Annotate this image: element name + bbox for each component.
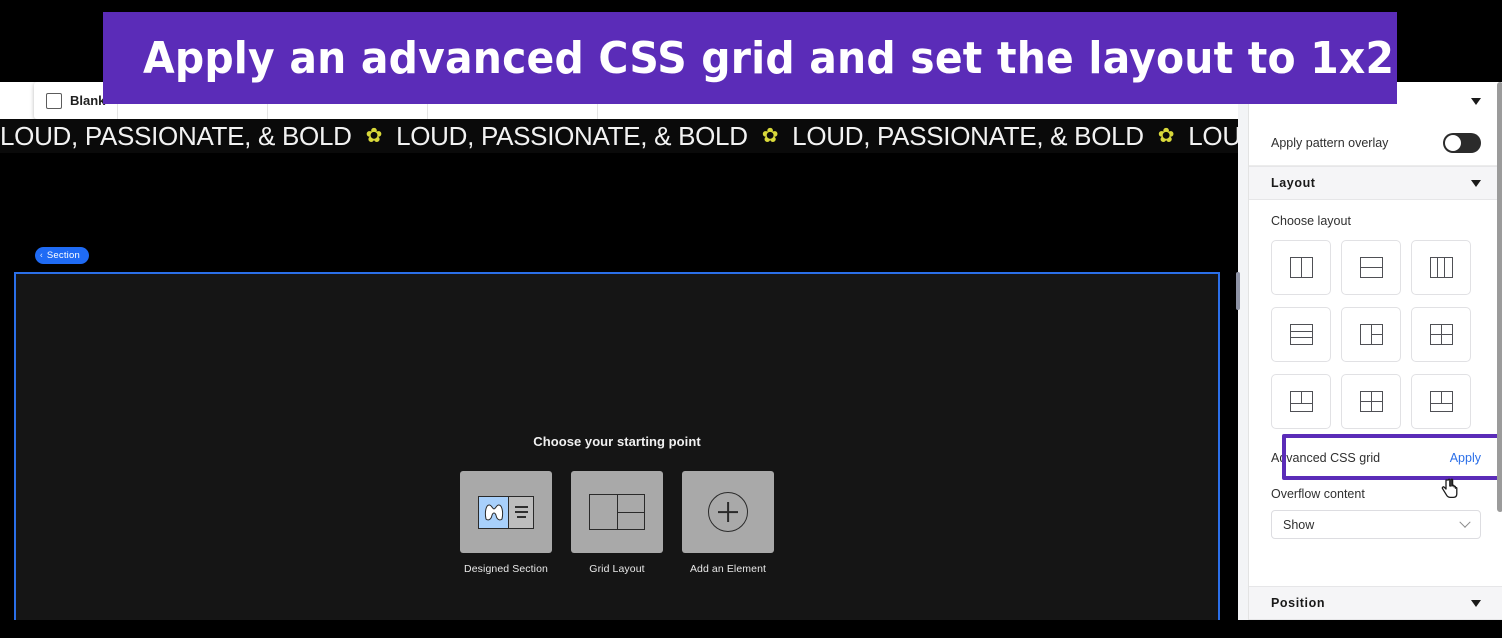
instruction-banner: Apply an advanced CSS grid and set the l… bbox=[103, 12, 1397, 104]
plus-circle-icon bbox=[708, 492, 748, 532]
flower-icon-2: ✿ bbox=[761, 124, 779, 147]
overflow-content-value: Show bbox=[1283, 517, 1315, 532]
layout-section-body: Choose layout Advanced CSS grid Apply Ov… bbox=[1249, 200, 1502, 557]
layout-options-grid bbox=[1271, 240, 1481, 429]
starting-point-options: Designed Section Grid Layout Add an Elem… bbox=[460, 471, 774, 575]
apply-pattern-overlay-label: Apply pattern overlay bbox=[1271, 135, 1389, 150]
choose-layout-label: Choose layout bbox=[1271, 214, 1351, 228]
layout-option-grid-four-uneven[interactable] bbox=[1341, 374, 1401, 429]
two-columns-icon bbox=[1289, 257, 1313, 278]
shape-glyph-icon bbox=[484, 503, 503, 520]
chevron-down-icon-above[interactable] bbox=[1471, 97, 1481, 105]
three-columns-icon bbox=[1429, 257, 1453, 278]
designed-section-tile[interactable] bbox=[460, 471, 552, 553]
add-element-tile[interactable] bbox=[682, 471, 774, 553]
layout-section-title: Layout bbox=[1271, 176, 1316, 190]
two-by-two-grid-icon bbox=[1429, 324, 1453, 345]
marquee-strip: LOUD, PASSIONATE, & BOLD ✿ LOUD, PASSION… bbox=[0, 119, 1238, 153]
layout-option-three-columns[interactable] bbox=[1411, 240, 1471, 295]
chevron-down-icon-layout[interactable] bbox=[1471, 179, 1481, 187]
starting-point-option-add-element[interactable]: Add an Element bbox=[682, 471, 774, 575]
layout-option-two-columns[interactable] bbox=[1271, 240, 1331, 295]
starting-point-label-1: Grid Layout bbox=[589, 563, 645, 575]
layout-option-left-split-right-bottom[interactable] bbox=[1271, 374, 1331, 429]
marquee-text-2: LOUD, PASSIONATE, & BOLD bbox=[396, 120, 748, 151]
line-glyph-2 bbox=[514, 510, 528, 514]
starting-point-chooser: Choose your starting point Designed Sect… bbox=[16, 434, 1218, 575]
layout-option-top-split-bottom-full[interactable] bbox=[1411, 374, 1471, 429]
chevron-down-icon-overflow[interactable] bbox=[1459, 516, 1471, 528]
layout-option-three-rows[interactable] bbox=[1271, 307, 1331, 362]
section-badge[interactable]: ‹ Section bbox=[35, 247, 89, 264]
position-section-header[interactable]: Position bbox=[1249, 586, 1502, 620]
screen-root: Blank LOUD, PASSIONATE, & BOLD ✿ LOUD, P… bbox=[0, 0, 1502, 638]
overflow-content-select[interactable]: Show bbox=[1271, 510, 1481, 539]
panel-resize-handle[interactable] bbox=[1236, 272, 1240, 310]
inspector-scrollbar[interactable] bbox=[1497, 82, 1502, 512]
apply-pattern-overlay-row[interactable]: Apply pattern overlay bbox=[1249, 120, 1502, 166]
inspector-gutter bbox=[1238, 82, 1248, 620]
selected-section-frame[interactable]: Choose your starting point Designed Sect… bbox=[14, 272, 1220, 620]
grid-four-uneven-icon bbox=[1359, 391, 1383, 412]
toggle-knob bbox=[1445, 134, 1461, 151]
overflow-content-label: Overflow content bbox=[1271, 487, 1365, 501]
position-section-title: Position bbox=[1271, 596, 1326, 610]
left-split-right-bottom-icon bbox=[1289, 391, 1313, 412]
marquee-text-3: LOUD, PASSIONATE, & BOLD bbox=[792, 120, 1144, 151]
chevron-down-icon-position[interactable] bbox=[1471, 599, 1481, 607]
line-glyph-3 bbox=[516, 516, 526, 519]
starting-point-label-0: Designed Section bbox=[464, 563, 548, 575]
marquee-text-4: LOUD, PASSIONATE, & BOLD bbox=[1188, 120, 1238, 151]
top-split-bottom-full-icon bbox=[1429, 391, 1453, 412]
grid-layout-tile[interactable] bbox=[571, 471, 663, 553]
site-canvas[interactable]: LOUD, PASSIONATE, & BOLD ✿ LOUD, PASSION… bbox=[0, 119, 1238, 620]
designed-section-icon bbox=[478, 495, 534, 529]
layout-option-left-column-right-split[interactable] bbox=[1341, 307, 1401, 362]
starting-point-option-designed-section[interactable]: Designed Section bbox=[460, 471, 552, 575]
apply-pattern-overlay-toggle[interactable] bbox=[1443, 132, 1481, 153]
toolbar-blank-label: Blank bbox=[70, 93, 106, 108]
layout-section-header[interactable]: Layout bbox=[1249, 166, 1502, 200]
flower-icon-1: ✿ bbox=[365, 124, 383, 147]
advanced-css-grid-wrapper: Advanced CSS grid Apply bbox=[1271, 434, 1502, 480]
line-glyph-1 bbox=[514, 505, 528, 508]
marquee-text-1: LOUD, PASSIONATE, & BOLD bbox=[0, 120, 352, 151]
inspector-panel: Apply pattern overlay Layout Choose layo… bbox=[1248, 82, 1502, 620]
advanced-css-grid-row[interactable]: Advanced CSS grid Apply bbox=[1271, 443, 1481, 473]
left-column-right-split-icon bbox=[1359, 324, 1383, 345]
layout-option-two-by-two-grid[interactable] bbox=[1411, 307, 1471, 362]
starting-point-title: Choose your starting point bbox=[533, 434, 701, 449]
three-rows-icon bbox=[1289, 324, 1313, 345]
advanced-css-grid-apply-link[interactable]: Apply bbox=[1450, 451, 1481, 465]
starting-point-label-2: Add an Element bbox=[689, 563, 767, 575]
editor-app-frame: Blank LOUD, PASSIONATE, & BOLD ✿ LOUD, P… bbox=[0, 82, 1502, 620]
two-rows-icon bbox=[1359, 257, 1383, 278]
section-badge-label: Section bbox=[46, 250, 80, 261]
chevron-left-icon: ‹ bbox=[40, 250, 43, 260]
starting-point-option-grid-layout[interactable]: Grid Layout bbox=[571, 471, 663, 575]
grid-layout-icon bbox=[589, 494, 645, 530]
instruction-banner-text: Apply an advanced CSS grid and set the l… bbox=[143, 32, 1395, 84]
flower-icon-3: ✿ bbox=[1157, 124, 1175, 147]
layout-option-two-rows[interactable] bbox=[1341, 240, 1401, 295]
advanced-css-grid-label: Advanced CSS grid bbox=[1271, 451, 1381, 465]
checkbox-icon[interactable] bbox=[46, 92, 62, 109]
